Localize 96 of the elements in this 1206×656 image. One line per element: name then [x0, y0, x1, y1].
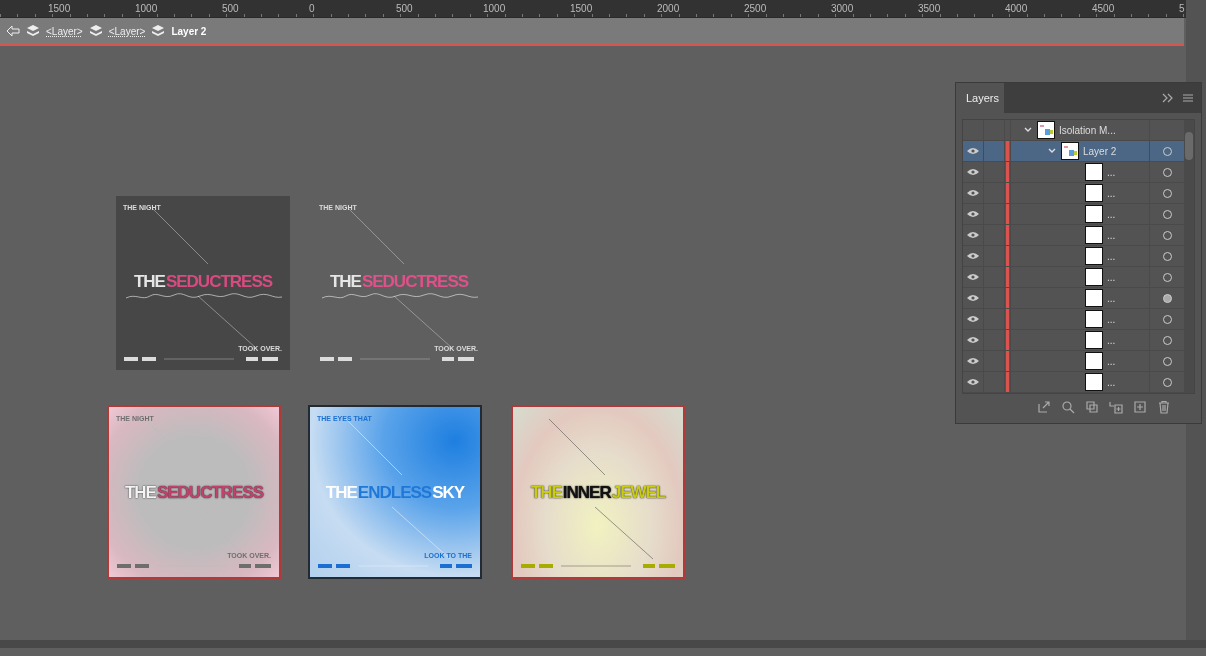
layer-name: Isolation M... — [1059, 124, 1116, 136]
eye-icon[interactable] — [967, 315, 979, 323]
poster-title: SEDUCTRESS — [361, 272, 469, 292]
layer-thumbnail — [1085, 289, 1103, 307]
ruler-label: 2000 — [657, 2, 681, 16]
ruler-label: 3500 — [918, 2, 942, 16]
new-layer-icon[interactable] — [1133, 400, 1147, 414]
layer-thumbnail — [1085, 268, 1103, 286]
eye-icon[interactable] — [967, 252, 979, 260]
ruler-label: 1000 — [135, 2, 159, 16]
layer-name: ... — [1107, 292, 1116, 304]
poster-title: SEDUCTRESS — [165, 272, 273, 292]
layer-row[interactable]: ... — [963, 204, 1184, 225]
ruler-label: 3000 — [831, 2, 855, 16]
breadcrumb-link[interactable]: <Layer> — [108, 25, 146, 37]
eye-icon[interactable] — [967, 147, 979, 155]
layers-icon — [151, 24, 166, 38]
poster-title: THE — [325, 483, 357, 503]
ruler-label: 1500 — [48, 2, 72, 16]
export-icon[interactable] — [1037, 400, 1051, 414]
chevron-icon[interactable] — [1047, 147, 1057, 155]
ruler-label: 5 — [1179, 2, 1186, 16]
poster-title: INNER — [562, 483, 611, 503]
layer-name: ... — [1107, 229, 1116, 241]
menu-icon[interactable] — [1181, 91, 1195, 105]
breadcrumb-link[interactable]: Layer 2 — [171, 25, 207, 37]
poster-title: SKY — [432, 483, 465, 503]
ruler-label: 0 — [309, 2, 316, 16]
layer-row[interactable]: ... — [963, 183, 1184, 204]
layer-name: ... — [1107, 334, 1116, 346]
layer-name: ... — [1107, 376, 1116, 388]
eye-icon[interactable] — [967, 357, 979, 365]
layer-row[interactable]: Layer 2 — [963, 141, 1184, 162]
layer-row[interactable]: ... — [963, 246, 1184, 267]
layer-thumbnail — [1085, 226, 1103, 244]
layer-name: Layer 2 — [1083, 145, 1117, 157]
layer-name: ... — [1107, 208, 1116, 220]
eye-icon[interactable] — [967, 231, 979, 239]
layer-thumbnail — [1085, 205, 1103, 223]
ruler-label: 1500 — [570, 2, 594, 16]
layer-name: ... — [1107, 187, 1116, 199]
new-sublayer-icon[interactable] — [1109, 400, 1123, 414]
layer-row[interactable]: ... — [963, 162, 1184, 183]
layer-name: ... — [1107, 313, 1116, 325]
layer-name: ... — [1107, 250, 1116, 262]
layer-row[interactable]: ... — [963, 225, 1184, 246]
layer-row[interactable]: ... — [963, 267, 1184, 288]
ruler-label: 500 — [396, 2, 414, 16]
layer-row[interactable]: ... — [963, 288, 1184, 309]
layers-icon — [26, 24, 40, 38]
target-icon[interactable] — [1162, 293, 1172, 303]
poster-title: THE — [530, 483, 562, 503]
chevron-icon[interactable] — [1023, 126, 1033, 134]
ruler-label: 1000 — [483, 2, 507, 16]
layer-thumbnail — [1085, 163, 1103, 181]
layers-icon — [88, 24, 103, 38]
ruler-label: 2500 — [744, 2, 768, 16]
layer-name: ... — [1107, 166, 1116, 178]
poster-title: THE — [133, 272, 165, 292]
layer-thumbnail — [1061, 142, 1079, 160]
artboard[interactable]: THEINNERJEWEL — [511, 405, 685, 579]
layer-row[interactable]: ... — [963, 309, 1184, 330]
layer-row[interactable]: ... — [963, 330, 1184, 351]
eye-icon[interactable] — [967, 210, 979, 218]
trash-icon[interactable] — [1157, 400, 1171, 414]
search-icon[interactable] — [1061, 400, 1075, 414]
ruler-label: 4000 — [1005, 2, 1029, 16]
scrollbar[interactable] — [1184, 120, 1194, 393]
poster-title: SEDUCTRESS — [156, 483, 264, 503]
ruler-label: 500 — [222, 2, 240, 16]
layer-name: ... — [1107, 271, 1116, 283]
clipping-mask-icon[interactable] — [1085, 400, 1099, 414]
eye-icon[interactable] — [967, 378, 979, 386]
layer-thumbnail — [1037, 121, 1055, 139]
eye-icon[interactable] — [967, 273, 979, 281]
layer-thumbnail — [1085, 352, 1103, 370]
layer-thumbnail — [1085, 310, 1103, 328]
poster-title: ENDLESS — [357, 483, 432, 503]
panel-tab[interactable]: Layers — [956, 83, 1004, 113]
eye-icon[interactable] — [967, 294, 979, 302]
layer-thumbnail — [1085, 247, 1103, 265]
poster-title: THE — [329, 272, 361, 292]
back-arrow-icon[interactable] — [6, 24, 20, 38]
eye-icon[interactable] — [967, 189, 979, 197]
poster-title: JEWEL — [611, 483, 666, 503]
eye-icon[interactable] — [967, 336, 979, 344]
layer-row[interactable]: ... — [963, 372, 1184, 393]
layer-thumbnail — [1085, 373, 1103, 391]
layer-name: ... — [1107, 355, 1116, 367]
layer-row[interactable]: ... — [963, 351, 1184, 372]
breadcrumb-link[interactable]: <Layer> — [46, 25, 83, 37]
eye-icon[interactable] — [967, 168, 979, 176]
layer-thumbnail — [1085, 331, 1103, 349]
collapse-icon[interactable] — [1161, 91, 1175, 105]
ruler-label: 4500 — [1092, 2, 1116, 16]
layer-thumbnail — [1085, 184, 1103, 202]
